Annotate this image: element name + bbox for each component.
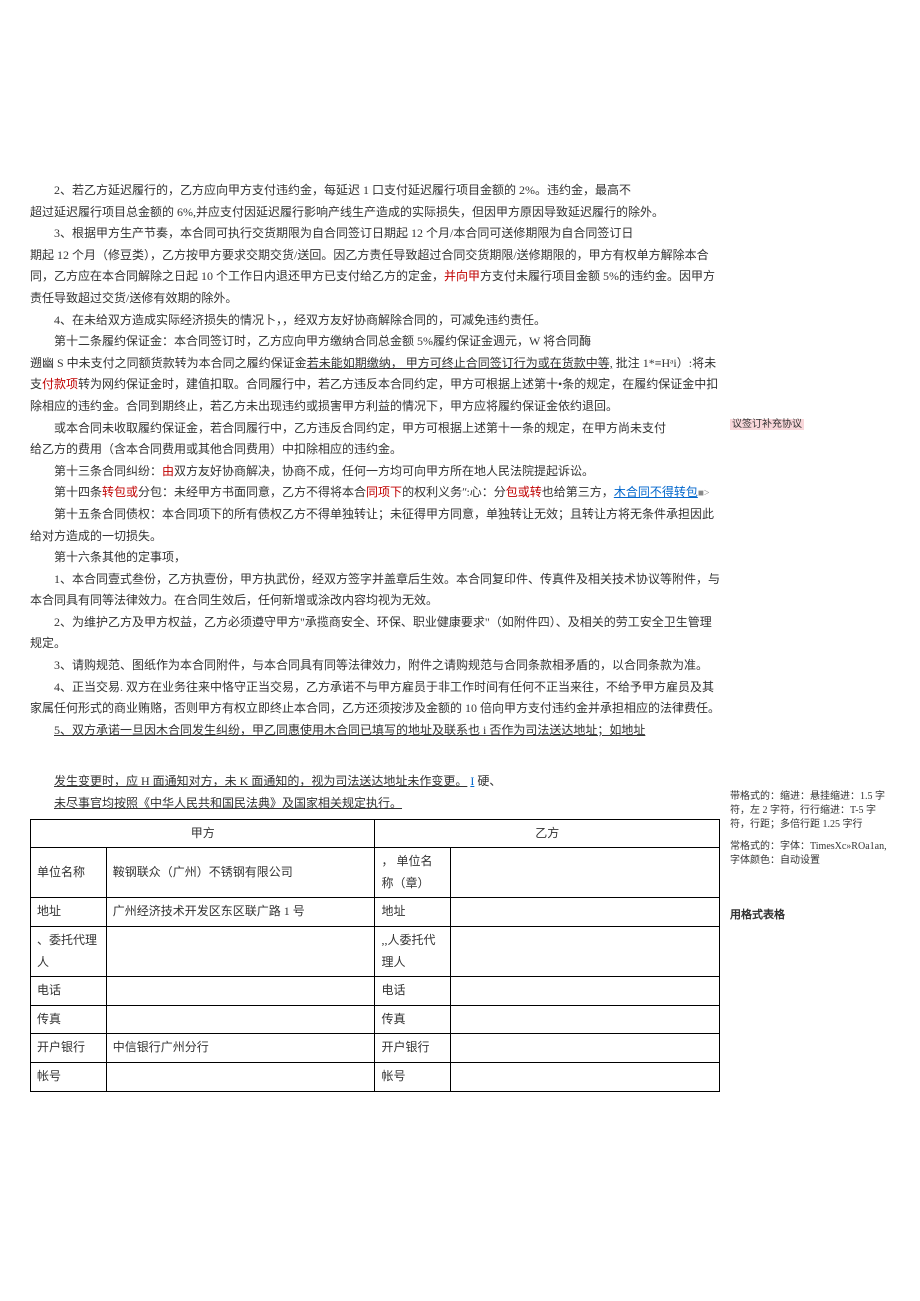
- text: 分包：未经甲方书面同意，乙方不得将本合: [138, 485, 366, 499]
- para-3b: 期起 12 个月（修豆类），乙方按甲方要求交期交货/送回。因乙方责任导致超过合同…: [30, 245, 720, 310]
- table-cell: 中信银行广州分行: [106, 1034, 375, 1063]
- table-cell: ， 单位名称（章）: [375, 848, 451, 898]
- underline-text: 若未能如期缴纳， 甲方可终止合同签订行为或在货款中等,: [307, 356, 613, 370]
- table-cell: 地址: [375, 898, 451, 927]
- table-cell: [106, 1005, 375, 1034]
- table-cell: 鞍钢联众（广州）不锈钢有限公司: [106, 848, 375, 898]
- red-text: 包或转: [506, 485, 542, 499]
- table-cell: [451, 1005, 720, 1034]
- table-cell: 传真: [31, 1005, 107, 1034]
- table-cell: 、委托代理人: [31, 927, 107, 977]
- text: 或本合同未收取履约保证金，若合同履行中，乙方违反合同约定，甲方可根据上述第十一条…: [54, 421, 666, 435]
- article-16: 第十六条其他的定事项，: [30, 547, 720, 569]
- table-header-row: 甲方 乙方: [31, 819, 720, 848]
- text: 第十四条: [54, 485, 102, 499]
- item-3: 3、请购规范、图纸作为本合同附件，与本合同具有同等法律效力，附件之请购规范与合同…: [30, 655, 720, 677]
- red-text: 转包或: [102, 485, 138, 499]
- table-cell: 单位名称: [31, 848, 107, 898]
- format-note-2: 常格式的：字体：TimesXc»ROa1an, 字体颜色：自动设置: [730, 840, 890, 868]
- text: 也给第三方，: [542, 485, 614, 499]
- table-cell: ,,人委托代理人: [375, 927, 451, 977]
- table-cell: [451, 1062, 720, 1091]
- para-4: 4、在未给双方造成实际经济损失的情况卜，，经双方友好协商解除合同的，可减免违约责…: [30, 310, 720, 332]
- item-4: 4、正当交易. 双方在业务往来中恪守正当交易，乙方承诺不与甲方雇员于非工作时间有…: [30, 677, 720, 720]
- red-text: 付款项: [42, 377, 78, 391]
- table-cell: 开户银行: [31, 1034, 107, 1063]
- table-row: 传真 传真: [31, 1005, 720, 1034]
- text: 硬、: [477, 774, 501, 788]
- table-cell: [451, 927, 720, 977]
- article-14: 第十四条转包或分包：未经甲方书面同意，乙方不得将本合同项下的权利义务ʺ:心：分包…: [30, 482, 720, 504]
- document-body: 2、若乙方延迟履行的，乙方应向甲方支付违约金，每延迟 1 口支付延迟履行项目金额…: [30, 180, 720, 1092]
- text: 的权利义务ʺ:心：分: [402, 485, 506, 499]
- table-cell: 传真: [375, 1005, 451, 1034]
- table-cell: [451, 1034, 720, 1063]
- signature-table: 甲方 乙方 单位名称鞍钢联众（广州）不锈钢有限公司， 单位名称（章）地址广州经济…: [30, 819, 720, 1092]
- table-cell: 开户银行: [375, 1034, 451, 1063]
- item-1: 1、本合同壹式叁份，乙方执壹份，甲方执武份，经双方签字并盖章后生效。本合同复印件…: [30, 569, 720, 612]
- red-text: 由: [162, 464, 174, 478]
- red-text: 同项下: [366, 485, 402, 499]
- table-cell: [451, 977, 720, 1006]
- closing: 未尽事官均按照《中华人民共和国民法典》及国家相关规定执行。: [30, 793, 720, 815]
- article-15: 第十五条合同债权：本合同项下的所有债权乙方不得单独转让；未征得甲方同意，单独转让…: [30, 504, 720, 547]
- comment-text: 议签订补充协议: [730, 419, 804, 430]
- item-5b: 发生变更时，应 H 面通知对方，未 K 面通知的，视为司法送达地址未作变更。 I…: [30, 771, 720, 793]
- text: 转为网约保证金时，建值扣取。合同履行中，若乙方违反本合同约定，甲方可根据上述第十…: [30, 377, 718, 413]
- table-cell: 电话: [31, 977, 107, 1006]
- underline-text: 发生变更时，应 H 面通知对方，未 K 面通知的，视为司法送达地址未作变更。: [54, 774, 467, 788]
- table-cell: [106, 927, 375, 977]
- article-12d: 给乙方的费用（含本合同费用或其他合同费用）中扣除相应的违约金。: [30, 439, 720, 461]
- para-2: 2、若乙方延迟履行的，乙方应向甲方支付违约金，每延迟 1 口支付延迟履行项目金额…: [30, 180, 720, 202]
- table-cell: [451, 848, 720, 898]
- blue-link-text: 木合同不得转包: [614, 485, 698, 499]
- red-text: 并向甲: [444, 269, 480, 283]
- table-cell: [106, 1062, 375, 1091]
- table-cell: 帐号: [31, 1062, 107, 1091]
- item-5: 5、双方承诺一旦因木合同发生纠纷，甲乙同惠使用木合同已填写的地址及联系也 i 否…: [30, 720, 720, 742]
- text: 遡幽 S 中未支付之同额货款转为本合同之履约保证金: [30, 356, 307, 370]
- table-row: 电话 电话: [31, 977, 720, 1006]
- header-party-a: 甲方: [31, 819, 375, 848]
- table-row: 、委托代理人 ,,人委托代理人: [31, 927, 720, 977]
- table-row: 单位名称鞍钢联众（广州）不锈钢有限公司， 单位名称（章）: [31, 848, 720, 898]
- table-row: 地址广州经济技术开发区东区联广路 1 号地址: [31, 898, 720, 927]
- table-cell: 电话: [375, 977, 451, 1006]
- marker-icon: ■>: [698, 488, 710, 499]
- para-2b: 超过延迟履行项目总金额的 6%,并应支付因延迟履行影响产线生产造成的实际损失，但…: [30, 202, 720, 224]
- article-12: 第十二条履约保证金：本合同签订时，乙方应向甲方缴纳合同总金额 5%履约保证金週元…: [30, 331, 720, 353]
- item-2: 2、为维护乙方及甲方权益，乙方必须遵守甲方"承揽商安全、环保、职业健康要求"（如…: [30, 612, 720, 655]
- table-cell: 广州经济技术开发区东区联广路 1 号: [106, 898, 375, 927]
- header-party-b: 乙方: [375, 819, 720, 848]
- table-cell: [451, 898, 720, 927]
- table-row: 帐号 帐号: [31, 1062, 720, 1091]
- table-cell: 地址: [31, 898, 107, 927]
- margin-comments: 带格式的：缩进：悬挂缩进：1.5 字符，左 2 字符，行行缩进：T-5 字符，行…: [720, 180, 890, 1092]
- table-cell: [106, 977, 375, 1006]
- format-note-1: 带格式的：缩进：悬挂缩进：1.5 字符，左 2 字符，行行缩进：T-5 字符，行…: [730, 790, 890, 832]
- blue-text: I: [470, 774, 474, 788]
- text: 第十三条合同纠纷：: [54, 464, 162, 478]
- para-3: 3、根据甲方生产节奏，本合同可执行交货期限为自合同签订日期起 12 个月/本合同…: [30, 223, 720, 245]
- table-cell: 帐号: [375, 1062, 451, 1091]
- article-13: 第十三条合同纠纷：由双方友好协商解决，协商不成，任何一方均可向甲方所在地人民法院…: [30, 461, 720, 483]
- comment-balloon: 议签订补充协议: [730, 418, 885, 432]
- article-12b: 遡幽 S 中未支付之同额货款转为本合同之履约保证金若未能如期缴纳， 甲方可终止合…: [30, 353, 720, 418]
- text: 双方友好协商解决，协商不成，任何一方均可向甲方所在地人民法院提起诉讼。: [174, 464, 594, 478]
- format-note-3: 用格式表格: [730, 908, 890, 923]
- article-12c: 或本合同未收取履约保证金，若合同履行中，乙方违反合同约定，甲方可根据上述第十一条…: [30, 418, 720, 440]
- table-row: 开户银行中信银行广州分行开户银行: [31, 1034, 720, 1063]
